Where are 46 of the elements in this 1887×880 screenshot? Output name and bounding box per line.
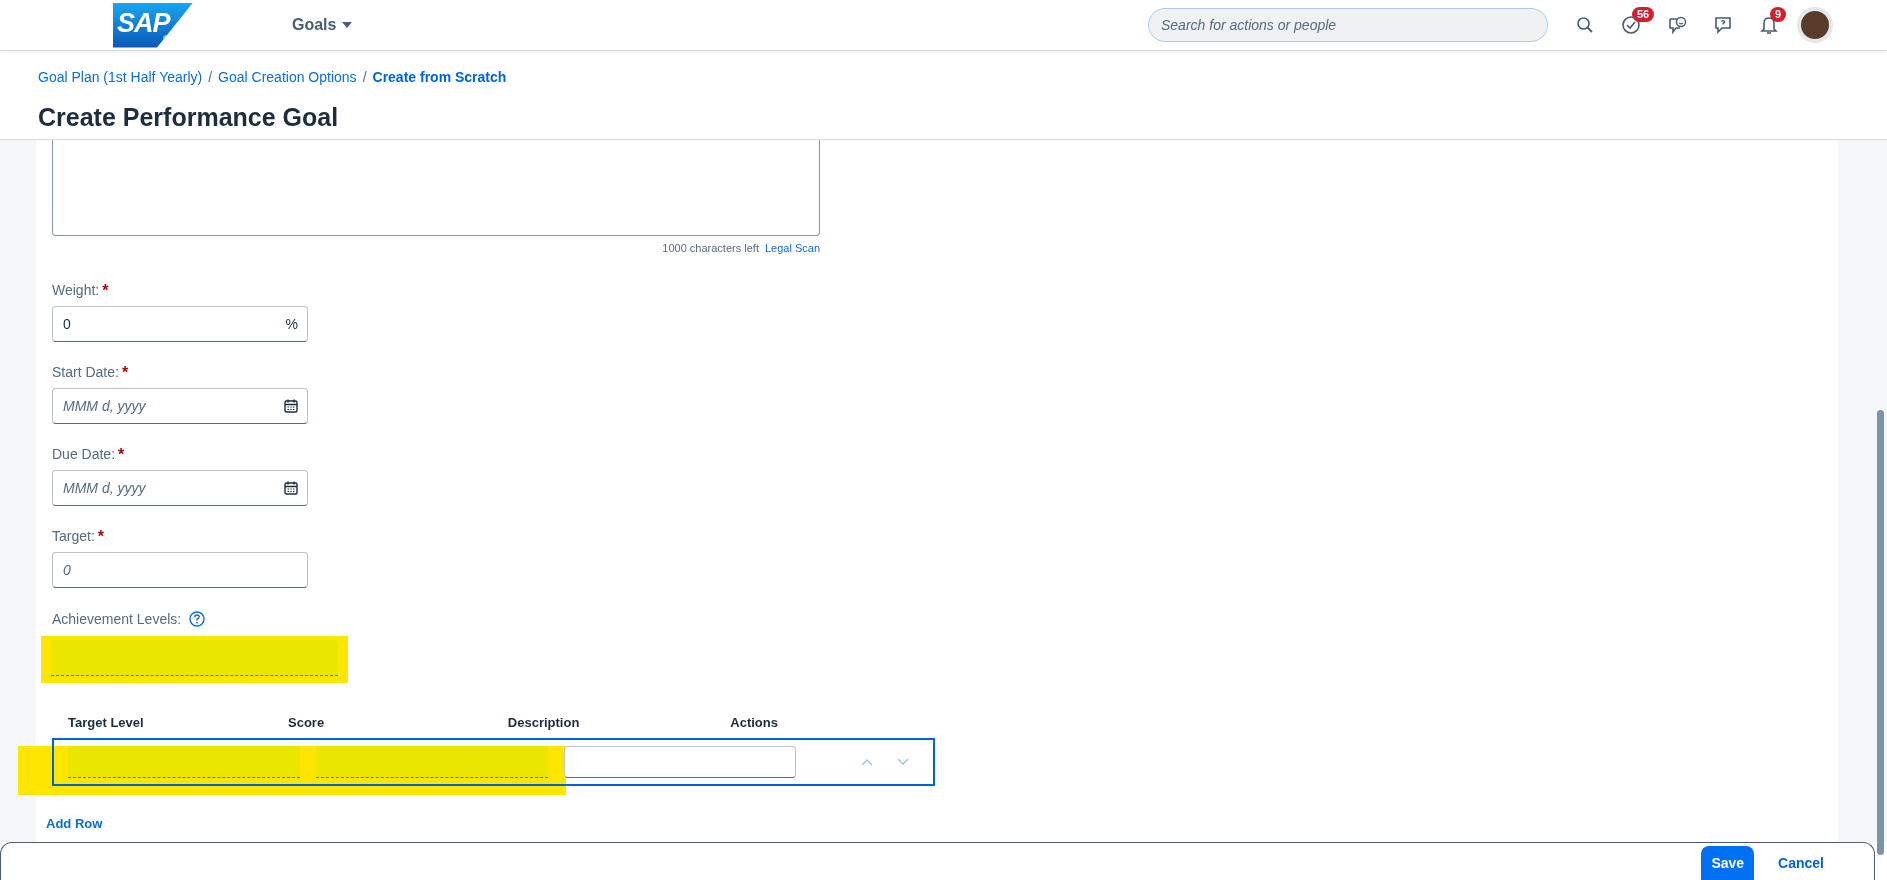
required-asterisk: * (97, 528, 105, 546)
count-badge: 9 (1770, 7, 1787, 22)
character-counter: 1000 characters left (662, 242, 759, 254)
count-badge: 56 (1632, 7, 1655, 22)
caret-icon (342, 22, 353, 28)
required-asterisk: * (118, 446, 125, 464)
field-label: Weight: (52, 282, 100, 298)
column-header: Description (506, 714, 581, 732)
required-asterisk: * (102, 282, 109, 300)
date-field[interactable]: MMM d, yyyy (52, 470, 308, 506)
breadcrumb-link[interactable]: Goal Plan (1st Half Yearly) (38, 69, 203, 85)
column-header: Score (287, 714, 326, 732)
input-field[interactable]: 0 (52, 552, 308, 588)
legal-scan-link[interactable]: Legal Scan (764, 242, 820, 254)
goals-menu[interactable]: Goals (292, 16, 353, 34)
field-label: Achievement Levels: (52, 611, 182, 627)
footer-button[interactable]: Cancel (1768, 846, 1834, 880)
help-chat-icon[interactable] (1713, 15, 1733, 35)
calendar-icon[interactable] (284, 399, 298, 413)
avatar[interactable] (1797, 7, 1833, 43)
footer-button[interactable]: Save (1701, 846, 1755, 880)
page-title: Create Performance Goal (38, 103, 340, 132)
scrollbar[interactable] (1877, 410, 1884, 855)
required-asterisk: * (121, 364, 129, 382)
column-header: Actions (729, 714, 779, 732)
unit-label: % (285, 317, 298, 331)
input-field[interactable] (564, 746, 796, 778)
help-icon[interactable] (189, 611, 206, 627)
date-field[interactable]: MMM d, yyyy (52, 388, 308, 424)
breadcrumb-link[interactable]: Goal Creation Options (218, 69, 357, 85)
column-header: Target Level (67, 714, 145, 732)
select-field[interactable] (316, 746, 548, 778)
table-row[interactable] (52, 738, 935, 786)
search-icon[interactable] (1576, 16, 1594, 34)
select-field[interactable] (68, 746, 300, 778)
add-row-link[interactable]: Add Row (46, 816, 103, 831)
search-field[interactable]: Search for actions or people (1148, 8, 1548, 42)
breadcrumb-separator: / (208, 69, 213, 85)
field-label: Target: (52, 528, 95, 544)
breadcrumb-current[interactable]: Create from Scratch (372, 69, 507, 85)
highlighted-field[interactable] (41, 636, 348, 683)
chat-bubble-smiley-icon[interactable] (1667, 15, 1687, 35)
field-label: Due Date: (52, 446, 116, 462)
breadcrumb-separator: / (362, 69, 367, 85)
field-label: Start Date: (52, 364, 119, 380)
calendar-icon[interactable] (284, 481, 298, 495)
